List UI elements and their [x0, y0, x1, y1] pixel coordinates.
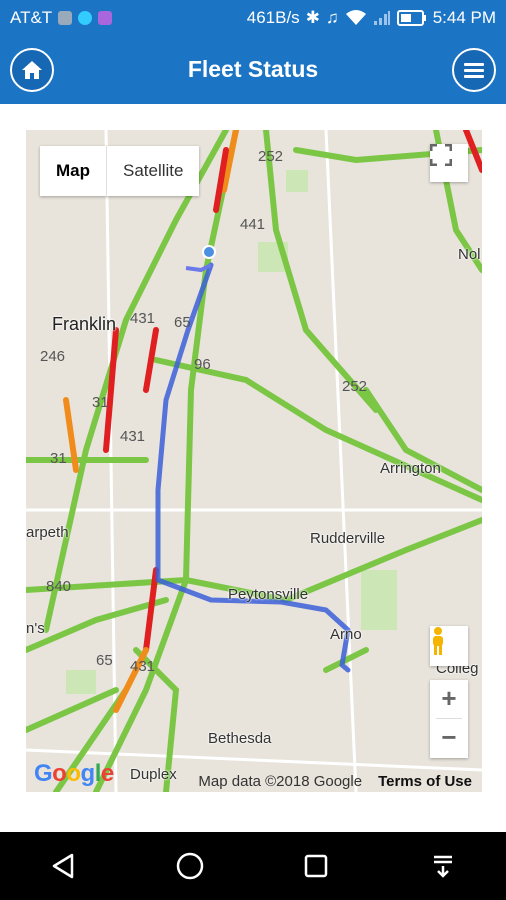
- route-shield: 252: [258, 148, 284, 165]
- media-icon: [98, 11, 113, 25]
- zoom-control: + −: [430, 680, 468, 758]
- signal-icon: [373, 11, 390, 25]
- back-triangle-icon: [53, 853, 74, 879]
- route-shield: 96: [194, 356, 211, 373]
- hamburger-menu-icon: [464, 63, 484, 78]
- map-type-map-button[interactable]: Map: [40, 146, 107, 196]
- clock: 5:44 PM: [432, 8, 496, 27]
- place-arno: Arno: [330, 626, 362, 643]
- menu-button[interactable]: [452, 48, 496, 92]
- google-logo[interactable]: Google: [34, 760, 114, 788]
- route-shield: 31: [92, 394, 109, 411]
- map-view[interactable]: 252 441 431 246 96 31 431 252 31 840 65 …: [26, 130, 482, 792]
- app-notification-icon: [58, 11, 73, 25]
- terms-of-use-link[interactable]: Terms of Use: [378, 773, 472, 790]
- place-rudderville: Rudderville: [310, 530, 386, 547]
- bluetooth-icon: ✱: [305, 8, 320, 27]
- map-type-control: Map Satellite: [40, 146, 200, 196]
- nav-home-button[interactable]: [160, 841, 220, 891]
- place-arrington: Arrington: [380, 460, 441, 477]
- route-shield: 246: [40, 348, 66, 365]
- place-nol: Nol: [458, 246, 481, 263]
- place-peytonsville: Peytonsville: [228, 586, 309, 603]
- wifi-icon: [345, 10, 366, 25]
- route-shield: 31: [50, 450, 67, 467]
- home-circle-icon: [176, 852, 203, 880]
- map-attribution: Map data ©2018 Google Terms of Use: [176, 770, 482, 792]
- system-nav-bar: [0, 832, 506, 900]
- place-arpeth: arpeth: [26, 524, 69, 541]
- zoom-out-button[interactable]: −: [430, 719, 468, 757]
- carrier-label: AT&T: [10, 8, 53, 27]
- route-shield: 431: [120, 428, 146, 445]
- headphones-icon: ♫: [325, 8, 339, 27]
- route-shield: 840: [46, 578, 72, 595]
- map-type-satellite-button[interactable]: Satellite: [107, 146, 199, 196]
- route-shield: 252: [342, 378, 368, 395]
- route-shield: 431: [130, 310, 156, 327]
- net-speed: 461B/s: [246, 8, 300, 27]
- street-view-pegman-button[interactable]: [430, 626, 468, 666]
- route-shield: 65: [96, 652, 113, 669]
- nav-recents-button[interactable]: [286, 841, 346, 891]
- place-franklin: Franklin: [52, 314, 117, 334]
- app-bar: Fleet Status: [0, 36, 506, 104]
- fullscreen-icon: [430, 144, 452, 166]
- messenger-icon: [78, 11, 93, 25]
- status-bar: AT&T 461B/s ✱ ♫ 5:44 PM: [0, 0, 506, 36]
- zoom-in-button[interactable]: +: [430, 680, 468, 718]
- place-duplex: Duplex: [130, 766, 177, 783]
- recents-square-icon: [305, 854, 328, 878]
- notification-pull-icon: [433, 855, 452, 878]
- pegman-icon: [433, 627, 443, 655]
- page-title: Fleet Status: [187, 56, 319, 82]
- nav-notifications-button[interactable]: [413, 841, 473, 891]
- nav-back-button[interactable]: [33, 841, 93, 891]
- route-shield: 65: [174, 314, 191, 331]
- place-ns: n's: [26, 620, 45, 637]
- place-bethesda: Bethesda: [208, 730, 272, 747]
- route-shield: 441: [240, 216, 266, 233]
- route-shield: 431: [130, 658, 156, 675]
- map-data-attribution: Map data ©2018 Google: [198, 772, 363, 790]
- fullscreen-button[interactable]: [430, 144, 468, 182]
- battery-icon: [396, 10, 426, 26]
